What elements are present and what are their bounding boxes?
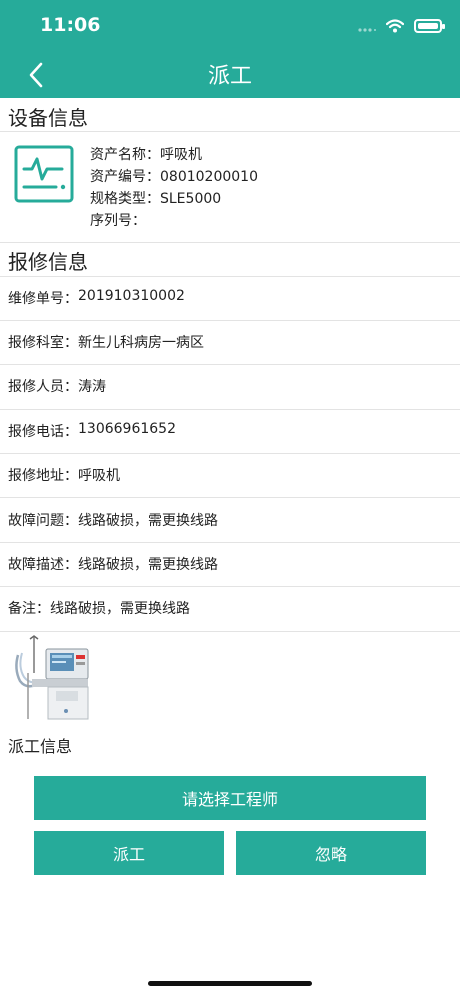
status-time: 11:06 xyxy=(40,14,101,36)
repair-field-row: 故障描述： 线路破损，需更换线路 xyxy=(8,554,218,574)
divider xyxy=(0,453,460,454)
repair-field-label: 报修电话： xyxy=(8,424,78,440)
assign-section-title: 派工信息 xyxy=(8,737,73,756)
divider xyxy=(0,542,460,543)
device-field-row: 资产编号： 08010200010 xyxy=(90,166,258,188)
divider xyxy=(0,131,460,132)
page-title: 派工 xyxy=(207,64,252,89)
repair-field-value: 201910310002 xyxy=(78,288,185,304)
dispatch-button[interactable]: 派工 xyxy=(34,831,224,875)
repair-field-value: 线路破损，需更换线路 xyxy=(50,601,190,617)
divider xyxy=(0,409,460,410)
repair-field-row: 报修地址： 呼吸机 xyxy=(8,465,120,485)
divider xyxy=(0,276,460,277)
device-field-row: 规格类型： SLE5000 xyxy=(90,188,258,210)
device-field-value: 呼吸机 xyxy=(160,147,202,163)
divider xyxy=(0,364,460,365)
repair-field-value: 呼吸机 xyxy=(78,468,120,484)
repair-field-label: 故障描述： xyxy=(8,557,78,573)
repair-field-value: 线路破损，需更换线路 xyxy=(78,513,218,529)
device-section-title: 设备信息 xyxy=(8,106,88,130)
repair-field-value: 线路破损，需更换线路 xyxy=(78,557,218,573)
repair-field-row: 故障问题： 线路破损，需更换线路 xyxy=(8,510,218,530)
device-field-row: 资产名称： 呼吸机 xyxy=(90,144,258,166)
divider xyxy=(0,497,460,498)
wifi-icon xyxy=(386,19,404,33)
repair-field-label: 报修人员： xyxy=(8,379,78,395)
home-indicator[interactable] xyxy=(148,981,312,986)
repair-field-row: 备注： 线路破损，需更换线路 xyxy=(8,598,190,618)
ignore-button[interactable]: 忽略 xyxy=(236,831,426,875)
device-field-label: 资产编号： xyxy=(90,169,160,185)
repair-section-title: 报修信息 xyxy=(8,250,88,274)
divider xyxy=(0,242,460,243)
repair-field-row: 报修人员： 涛涛 xyxy=(8,376,106,396)
repair-field-value: 涛涛 xyxy=(78,379,106,395)
app-header: 11:06 派工 xyxy=(0,0,460,98)
repair-field-label: 报修地址： xyxy=(8,468,78,484)
repair-field-label: 备注： xyxy=(8,601,50,617)
select-engineer-button[interactable]: 请选择工程师 xyxy=(34,776,426,820)
status-icons xyxy=(358,16,445,36)
battery-icon xyxy=(414,19,445,33)
device-field-label: 规格类型： xyxy=(90,191,160,207)
repair-field-row: 维修单号： 201910310002 xyxy=(8,288,185,308)
repair-field-row: 报修电话： 13066961652 xyxy=(8,421,176,441)
divider xyxy=(0,631,460,632)
signal-icon xyxy=(358,28,376,32)
repair-field-label: 故障问题： xyxy=(8,513,78,529)
repair-field-row: 报修科室： 新生儿科病房一病区 xyxy=(8,332,204,352)
repair-field-label: 维修单号： xyxy=(8,291,78,307)
device-field-value: SLE5000 xyxy=(160,191,222,207)
repair-field-value: 新生儿科病房一病区 xyxy=(78,335,204,351)
device-field-label: 资产名称： xyxy=(90,147,160,163)
divider xyxy=(0,320,460,321)
device-field-value: 08010200010 xyxy=(160,169,258,185)
repair-field-label: 报修科室： xyxy=(8,335,78,351)
device-field-label: 序列号： xyxy=(90,213,146,229)
divider xyxy=(0,586,460,587)
ventilator-photo[interactable] xyxy=(8,633,90,721)
monitor-heartbeat-icon xyxy=(14,145,74,203)
device-field-row: 序列号： xyxy=(90,210,258,232)
device-fields: 资产名称： 呼吸机 资产编号： 08010200010 规格类型： SLE500… xyxy=(90,144,258,232)
repair-field-value: 13066961652 xyxy=(78,421,176,437)
